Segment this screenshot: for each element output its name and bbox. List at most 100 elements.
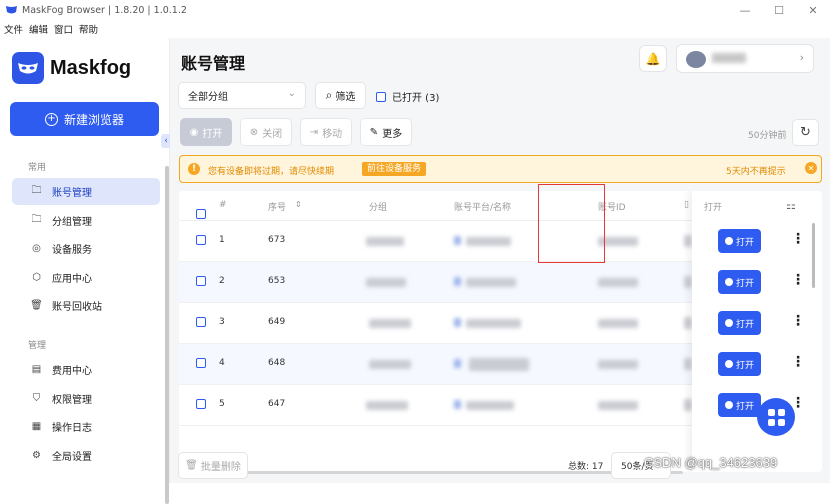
row-index: 5 — [219, 399, 225, 409]
redacted-id — [598, 319, 638, 328]
open-browser-button[interactable]: 打开 — [718, 229, 761, 253]
menu-edit[interactable]: 编辑 — [29, 22, 48, 36]
refresh-icon[interactable]: ↻ — [792, 119, 819, 146]
row-index: 4 — [219, 358, 225, 368]
vertical-scrollbar[interactable] — [812, 223, 815, 288]
menu-help[interactable]: 帮助 — [79, 22, 98, 36]
platform-icon — [454, 318, 461, 327]
sidebar-item-label: 分组管理 — [52, 217, 92, 228]
chrome-icon — [724, 319, 733, 327]
move-button[interactable]: ⇥ 移动 — [300, 118, 352, 146]
maximize-icon[interactable]: ☐ — [762, 0, 796, 20]
platform-icon — [454, 277, 461, 286]
menu-window[interactable]: 窗口 — [54, 22, 73, 36]
open-browser-button[interactable]: 打开 — [718, 270, 761, 294]
close-button[interactable]: ⊗ 关闭 — [240, 118, 292, 146]
column-settings-icon[interactable]: ⚏ — [786, 199, 796, 212]
bell-icon[interactable]: 🔔 — [639, 45, 667, 72]
maskfog-logo-icon — [6, 6, 17, 14]
checkbox[interactable] — [376, 91, 386, 102]
sidebar-item-groups[interactable]: 🗀 分组管理 — [12, 207, 160, 234]
sidebar-item-label: 账号管理 — [52, 188, 92, 199]
redacted-id — [598, 360, 638, 369]
dismiss-link[interactable]: 5天内不再提示 — [726, 164, 786, 177]
filter-button[interactable]: ⌕ 筛选 — [315, 82, 366, 109]
sidebar-scrollbar[interactable] — [165, 166, 169, 504]
chrome-icon: ◉ — [189, 126, 199, 138]
highlight-annotation — [538, 184, 605, 263]
brand: Maskfog — [12, 52, 131, 84]
more-button[interactable]: ✎ 更多 — [360, 118, 412, 146]
open-browser-button[interactable]: 打开 — [718, 393, 761, 417]
horizontal-scrollbar[interactable] — [179, 471, 683, 474]
opened-label: 已打开 (3) — [392, 93, 440, 104]
row-checkbox[interactable] — [196, 399, 206, 412]
row-index: 1 — [219, 235, 225, 245]
redacted-name — [466, 237, 511, 246]
open-browser-button[interactable]: 打开 — [718, 311, 761, 335]
actions-column: 打开 ⚏ 打开 ⋮ 打开 ⋮ 打开 ⋮ 打开 ⋮ 打开 ⋮ — [692, 191, 822, 472]
bulk-delete-button[interactable]: 🗑 批量删除 — [178, 452, 248, 479]
col-seq[interactable]: 序号 — [268, 200, 286, 213]
col-platform: 账号平台/名称 — [454, 203, 512, 213]
sidebar-item-devices[interactable]: ◎ 设备服务 — [12, 235, 160, 262]
goto-devices-button[interactable]: 前往设备服务 — [362, 162, 427, 176]
folder-icon: 🗀 — [31, 214, 42, 225]
sidebar-item-permissions[interactable]: ⛉ 权限管理 — [12, 385, 160, 412]
row-checkbox[interactable] — [196, 235, 206, 248]
close-banner-icon[interactable]: ✕ — [805, 162, 817, 174]
sidebar-item-label: 全局设置 — [52, 452, 92, 463]
filter-label: 筛选 — [335, 92, 356, 103]
chrome-icon — [724, 360, 733, 368]
maskfog-logo-icon — [12, 52, 44, 84]
menu-bar: 文件 编辑 窗口 帮助 — [0, 20, 830, 38]
close-circle-icon: ⊗ — [249, 126, 259, 138]
chrome-icon — [724, 237, 733, 245]
row-checkbox[interactable] — [196, 317, 206, 330]
new-browser-button[interactable]: + 新建浏览器 — [10, 102, 159, 136]
redacted-group — [366, 401, 408, 410]
open-button[interactable]: ◉ 打开 — [180, 118, 232, 146]
more-vertical-icon[interactable]: ⋮ — [791, 231, 805, 247]
sidebar-item-accounts[interactable]: 🗀 账号管理 — [12, 178, 160, 205]
more-vertical-icon[interactable]: ⋮ — [791, 354, 805, 370]
row-checkbox[interactable] — [196, 276, 206, 289]
row-seq: 648 — [268, 358, 286, 368]
redacted-group — [366, 237, 404, 246]
sidebar-item-billing[interactable]: ▤ 费用中心 — [12, 356, 160, 383]
sidebar-item-settings[interactable]: ⚙ 全局设置 — [12, 442, 160, 469]
close-window-icon[interactable]: ✕ — [796, 0, 830, 20]
open-label: 打开 — [735, 237, 754, 248]
more-vertical-icon[interactable]: ⋮ — [791, 313, 805, 329]
platform-icon — [454, 359, 461, 368]
open-browser-button[interactable]: 打开 — [718, 352, 761, 376]
group-select[interactable]: 全部分组 ⌄ — [178, 82, 306, 109]
banner-message: 您有设备即将过期，请尽快续期 — [208, 167, 335, 177]
row-seq: 649 — [268, 317, 286, 327]
more-vertical-icon[interactable]: ⋮ — [791, 272, 805, 288]
apps-fab-button[interactable] — [757, 398, 795, 436]
sidebar-item-logs[interactable]: ▦ 操作日志 — [12, 413, 160, 440]
sidebar-item-recycle[interactable]: 🗑 账号回收站 — [12, 292, 160, 319]
platform-icon — [454, 236, 461, 245]
redacted-name — [469, 358, 529, 371]
menu-file[interactable]: 文件 — [4, 22, 23, 36]
minimize-icon[interactable]: — — [728, 0, 762, 20]
row-checkbox[interactable] — [196, 358, 206, 371]
user-menu[interactable]: › — [676, 44, 814, 73]
brand-name: Maskfog — [50, 56, 132, 79]
opened-filter-checkbox[interactable]: 已打开 (3) — [376, 89, 439, 104]
sidebar-item-label: 账号回收站 — [52, 302, 102, 313]
chrome-icon — [724, 278, 733, 286]
redacted-group — [369, 319, 411, 328]
box-icon: ⬡ — [32, 272, 41, 283]
redacted-name — [466, 401, 514, 410]
open-label: 打开 — [735, 401, 754, 412]
section-common: 常用 — [28, 163, 47, 173]
main-content: 账号管理 🔔 › 全部分组 ⌄ ⌕ 筛选 已打开 (3) ◉ 打开 ⊗ 关闭 ⇥ 移动… — [170, 38, 830, 483]
chrome-icon — [724, 401, 733, 409]
log-icon: ▦ — [31, 421, 42, 432]
sort-icon[interactable]: ⇕ — [295, 200, 302, 209]
shield-icon: ⛉ — [32, 393, 41, 404]
sidebar-item-apps[interactable]: ⬡ 应用中心 — [12, 264, 160, 291]
